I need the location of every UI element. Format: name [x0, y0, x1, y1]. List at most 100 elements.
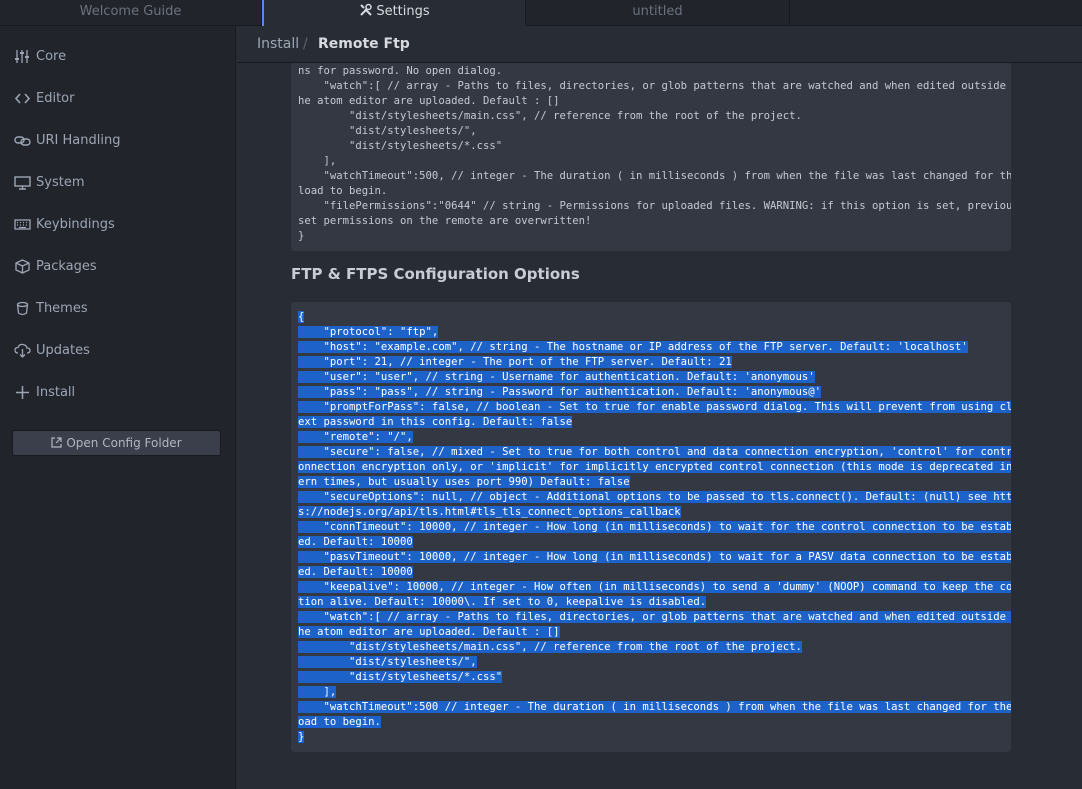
code-line: he atom editor are uploaded. Default : [… [298, 94, 1004, 109]
open-config-folder-button[interactable]: Open Config Folder [12, 430, 221, 456]
code-line: "promptForPass": false, // boolean - Set… [298, 400, 1011, 415]
code-line: "watch":[ // array - Paths to files, dir… [298, 79, 1006, 94]
sidebar-item-keybindings[interactable]: Keybindings [0, 204, 236, 246]
code-line-text: "dist/stylesheets/", [298, 125, 477, 137]
sidebar-item-updates[interactable]: Updates [0, 330, 236, 372]
code-line-text: "secureOptions": null, // object - Addit… [298, 491, 1011, 503]
code-line-text: ern times, but usually uses port 990) De… [298, 476, 630, 488]
code-line: tion alive. Default: 10000\. If set to 0… [298, 595, 1004, 610]
tab-untitled[interactable]: untitled [526, 0, 790, 25]
sidebar-item-label: Keybindings [36, 217, 115, 232]
code-line-text: ext password in this config. Default: fa… [298, 416, 573, 428]
code-line-text: tion alive. Default: 10000\. If set to 0… [298, 596, 707, 608]
code-line-text: "host": "example.com", // string - The h… [298, 341, 968, 353]
breadcrumb-install-link[interactable]: Install [257, 26, 299, 63]
code-line: ext password in this config. Default: fa… [298, 415, 1004, 430]
code-line-text: ed. Default: 10000 [298, 536, 413, 548]
code-line-text: ed. Default: 10000 [298, 566, 413, 578]
code-line-text: "dist/stylesheets/*.css" [298, 671, 503, 683]
code-line-text: ], [298, 686, 337, 698]
package-icon [15, 259, 30, 274]
monitor-icon [14, 176, 31, 190]
sidebar-item-themes[interactable]: Themes [0, 288, 236, 330]
code-line: "connTimeout": 10000, // integer - How l… [298, 520, 1011, 535]
sidebar-item-system[interactable]: System [0, 162, 236, 204]
code-line: "pass": "pass", // string - Password for… [298, 385, 1004, 400]
code-line-text: ns for password. No open dialog. [298, 65, 503, 77]
breadcrumb-current: Remote Ftp [318, 36, 410, 52]
code-line: "dist/stylesheets/*.css" [298, 670, 1004, 685]
code-line: ed. Default: 10000 [298, 535, 1004, 550]
tab-welcome-guide[interactable]: Welcome Guide [0, 0, 262, 25]
sidebar-item-packages[interactable]: Packages [0, 246, 236, 288]
code-line-text: "port": 21, // integer - The port of the… [298, 356, 732, 368]
code-line-text: "protocol": "ftp", [298, 326, 439, 338]
code-line: "watchTimeout":500, // integer - The dur… [298, 169, 1012, 184]
code-line-text: } [298, 731, 305, 743]
code-line: ed. Default: 10000 [298, 565, 1004, 580]
tab-label: untitled [632, 4, 683, 19]
code-line: oad to begin. [298, 715, 1004, 730]
breadcrumb: Install / Remote Ftp [237, 26, 1082, 63]
code-line: "watchTimeout":500 // integer - The dura… [298, 700, 1011, 715]
code-line: onnection encryption only, or 'implicit'… [298, 460, 1011, 475]
code-line-text: "dist/stylesheets/*.css" [298, 140, 503, 152]
code-icon [14, 93, 31, 104]
code-line: "remote": "/", [298, 430, 1004, 445]
section-title-ftp-options: FTP & FTPS Configuration Options [291, 265, 580, 283]
code-line-text: "promptForPass": false, // boolean - Set… [298, 401, 1011, 413]
sidebar-item-label: Install [36, 385, 76, 400]
code-line-text: "connTimeout": 10000, // integer - How l… [298, 521, 1011, 533]
breadcrumb-separator: / [303, 36, 308, 52]
code-line-text: "watchTimeout":500 // integer - The dura… [298, 701, 1011, 713]
code-line-text: "dist/stylesheets/main.css", // referenc… [298, 641, 802, 653]
sidebar-item-install[interactable]: Install [0, 372, 236, 414]
code-line-text: onnection encryption only, or 'implicit'… [298, 461, 1011, 473]
code-line: "filePermissions":"0644" // string - Per… [298, 199, 1012, 214]
code-line: "host": "example.com", // string - The h… [298, 340, 1004, 355]
paintcan-icon [16, 301, 29, 316]
tab-label: Welcome Guide [79, 4, 182, 19]
code-line-text: { [298, 311, 305, 323]
tab-settings[interactable]: Settings [262, 0, 526, 26]
code-line-text: "watchTimeout":500, // integer - The dur… [298, 170, 1012, 182]
code-line: "user": "user", // string - Username for… [298, 370, 1004, 385]
code-line-text: "remote": "/", [298, 431, 413, 443]
code-line: ], [298, 154, 1004, 169]
sidebar-item-uri-handling[interactable]: URI Handling [0, 120, 236, 162]
tab-label: Settings [376, 4, 430, 19]
sidebar-item-label: URI Handling [36, 133, 121, 148]
code-line-text: set permissions on the remote are overwr… [298, 215, 592, 227]
code-line: ern times, but usually uses port 990) De… [298, 475, 1004, 490]
code-line-text: he atom editor are uploaded. Default : [… [298, 95, 560, 107]
tools-icon [360, 3, 373, 16]
code-line-text: ], [298, 155, 337, 167]
cloud-download-icon [14, 343, 31, 358]
code-line: "dist/stylesheets/", [298, 124, 1004, 139]
settings-sidebar: Core Editor URI Handling System Keybindi… [0, 26, 236, 789]
sidebar-item-label: Core [36, 49, 67, 64]
sidebar-item-core[interactable]: Core [0, 36, 236, 78]
sidebar-item-label: Packages [36, 259, 97, 274]
code-line: "keepalive": 10000, // integer - How oft… [298, 580, 1011, 595]
code-line: } [298, 730, 1004, 745]
code-line: "dist/stylesheets/main.css", // referenc… [298, 640, 1004, 655]
code-line-text: s://nodejs.org/api/tls.html#tls_tls_conn… [298, 506, 681, 518]
code-line: "secureOptions": null, // object - Addit… [298, 490, 1011, 505]
code-line-text: "watch":[ // array - Paths to files, dir… [298, 80, 1011, 92]
code-line-text: load to begin. [298, 185, 388, 197]
code-line: set permissions on the remote are overwr… [298, 214, 1004, 229]
code-line: "port": 21, // integer - The port of the… [298, 355, 1004, 370]
code-line: { [298, 310, 1004, 325]
code-line-text: "pasvTimeout": 10000, // integer - How l… [298, 551, 1011, 563]
code-line: s://nodejs.org/api/tls.html#tls_tls_conn… [298, 505, 1004, 520]
code-line-text: "filePermissions":"0644" // string - Per… [298, 200, 1012, 212]
code-line: he atom editor are uploaded. Default : [… [298, 625, 1004, 640]
code-line-text: "pass": "pass", // string - Password for… [298, 386, 821, 398]
code-block-sftp-options[interactable]: ns for password. No open dialog. "watch"… [291, 63, 1011, 251]
code-line: ], [298, 685, 1004, 700]
code-block-ftp-options[interactable]: { "protocol": "ftp", "host": "example.co… [291, 302, 1011, 752]
code-line: load to begin. [298, 184, 1004, 199]
sidebar-item-editor[interactable]: Editor [0, 78, 236, 120]
code-line: "dist/stylesheets/", [298, 655, 1004, 670]
